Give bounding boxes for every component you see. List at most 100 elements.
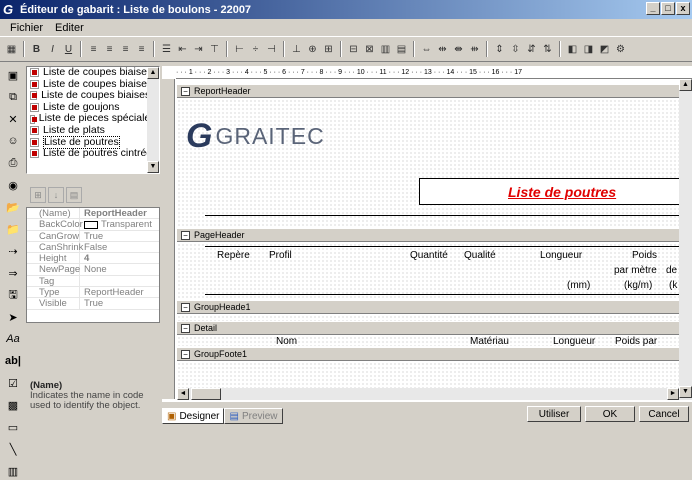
label-icon[interactable]: Aa bbox=[4, 330, 22, 348]
line-icon[interactable]: ╲ bbox=[4, 440, 22, 458]
scroll-up-icon[interactable]: ▲ bbox=[147, 67, 159, 79]
vspace-inc-icon[interactable]: ⇳ bbox=[508, 42, 523, 57]
copy-icon[interactable]: ⧉ bbox=[4, 88, 22, 106]
scroll-up-icon[interactable]: ▲ bbox=[679, 79, 692, 91]
align-bottom-icon[interactable]: ⊥ bbox=[289, 42, 304, 57]
col-paren[interactable]: (k bbox=[669, 280, 677, 291]
col-de[interactable]: de bbox=[666, 265, 677, 276]
justify-icon[interactable]: ≡ bbox=[134, 42, 149, 57]
col-quantite[interactable]: Quantité bbox=[410, 250, 448, 261]
ok-button[interactable]: OK bbox=[585, 406, 635, 422]
report-title-box[interactable]: Liste de poutres bbox=[419, 178, 692, 205]
col-kgm[interactable]: (kg/m) bbox=[624, 280, 652, 291]
template-list[interactable]: Liste de coupes biaises Liste de coupes … bbox=[26, 66, 160, 174]
collapse-icon[interactable]: − bbox=[181, 230, 190, 240]
checkbox-icon[interactable]: ☑ bbox=[4, 374, 22, 392]
hspace-equal-icon[interactable]: ⇔ bbox=[419, 42, 434, 57]
property-row[interactable]: BackColor Transparent bbox=[27, 219, 159, 231]
vspace-equal-icon[interactable]: ⇕ bbox=[492, 42, 507, 57]
tab-designer[interactable]: ▣ Designer bbox=[162, 408, 225, 424]
align-top-icon[interactable]: ⊤ bbox=[207, 42, 222, 57]
folder-icon[interactable]: 📁 bbox=[4, 220, 22, 238]
list-scrollbar[interactable]: ▲ ▼ bbox=[147, 67, 159, 173]
send-back-icon[interactable]: ◨ bbox=[581, 42, 596, 57]
pointer-icon[interactable]: ▣ bbox=[4, 66, 22, 84]
property-row[interactable]: NewPage None bbox=[27, 264, 159, 276]
same-size-icon[interactable]: ⊠ bbox=[362, 42, 377, 57]
utiliser-button[interactable]: Utiliser bbox=[527, 406, 581, 422]
band-page-header[interactable]: − PageHeader bbox=[177, 228, 679, 242]
scroll-right-icon[interactable]: ► bbox=[667, 388, 679, 400]
underline-icon[interactable]: U bbox=[61, 42, 76, 57]
export-icon[interactable]: ⇒ bbox=[4, 264, 22, 282]
scroll-down-icon[interactable]: ▼ bbox=[147, 161, 159, 173]
user-icon[interactable]: ☺ bbox=[4, 132, 22, 150]
center-icon[interactable]: ⊕ bbox=[305, 42, 320, 57]
align-center-icon[interactable]: ≡ bbox=[102, 42, 117, 57]
italic-icon[interactable]: I bbox=[45, 42, 60, 57]
band-group-footer[interactable]: − GroupFoote1 bbox=[177, 347, 679, 361]
collapse-icon[interactable]: − bbox=[181, 349, 190, 359]
col-par-metre[interactable]: par mètre bbox=[614, 265, 657, 276]
outdent-icon[interactable]: ⇤ bbox=[175, 42, 190, 57]
shape-icon[interactable]: ▭ bbox=[4, 418, 22, 436]
spacing-icon[interactable]: ▤ bbox=[394, 42, 409, 57]
list-item[interactable]: Liste de coupes biaises bbox=[27, 67, 159, 79]
more-icon[interactable]: ⚙ bbox=[613, 42, 628, 57]
detail-nom[interactable]: Nom bbox=[276, 336, 297, 347]
bold-icon[interactable]: B bbox=[29, 42, 44, 57]
barcode-icon[interactable]: ▥ bbox=[4, 462, 22, 480]
detail-poids-par[interactable]: Poids par bbox=[615, 336, 657, 347]
collapse-icon[interactable]: − bbox=[181, 323, 190, 333]
menu-fichier[interactable]: Fichier bbox=[4, 22, 49, 34]
bring-front-icon[interactable]: ◧ bbox=[565, 42, 580, 57]
indent-icon[interactable]: ⇥ bbox=[191, 42, 206, 57]
align-edges-left-icon[interactable]: ⊢ bbox=[232, 42, 247, 57]
vspace-dec-icon[interactable]: ⇵ bbox=[524, 42, 539, 57]
band-detail[interactable]: − Detail bbox=[177, 321, 679, 335]
same-height-icon[interactable]: ⊟ bbox=[346, 42, 361, 57]
detail-area[interactable] bbox=[177, 336, 679, 346]
vspace-remove-icon[interactable]: ⇅ bbox=[540, 42, 555, 57]
textbox-icon[interactable]: ab| bbox=[4, 352, 22, 370]
band-group-header[interactable]: − GroupHeade1 bbox=[177, 300, 679, 314]
collapse-icon[interactable]: − bbox=[181, 302, 190, 312]
detail-materiau[interactable]: Matériau bbox=[470, 336, 509, 347]
col-poids[interactable]: Poids bbox=[632, 250, 657, 261]
cancel-button[interactable]: Cancel bbox=[639, 406, 689, 422]
print-icon[interactable]: ⎙ bbox=[4, 154, 22, 172]
align-middle-icon[interactable]: ÷ bbox=[248, 42, 263, 57]
collapse-icon[interactable]: − bbox=[181, 86, 190, 96]
minimize-button[interactable]: _ bbox=[646, 2, 660, 15]
menu-editer[interactable]: Editer bbox=[49, 22, 90, 34]
close-button[interactable]: x bbox=[676, 2, 690, 15]
col-mm[interactable]: (mm) bbox=[567, 280, 590, 291]
delete-icon[interactable]: ✕ bbox=[4, 110, 22, 128]
property-row[interactable]: Type ReportHeader bbox=[27, 287, 159, 299]
property-row[interactable]: (Name) ReportHeader bbox=[27, 208, 159, 220]
property-pages-icon[interactable]: ▤ bbox=[66, 187, 82, 203]
tab-preview[interactable]: ▤ Preview bbox=[224, 408, 283, 424]
group-footer-area[interactable] bbox=[177, 362, 679, 388]
scroll-down-icon[interactable]: ▼ bbox=[679, 386, 692, 398]
align-right-icon[interactable]: ≡ bbox=[118, 42, 133, 57]
picture-icon[interactable]: ▩ bbox=[4, 396, 22, 414]
bullets-icon[interactable]: ☰ bbox=[159, 42, 174, 57]
align-left-icon[interactable]: ≡ bbox=[86, 42, 101, 57]
hspace-inc-icon[interactable]: ⇹ bbox=[435, 42, 450, 57]
connect-icon[interactable]: ⇢ bbox=[4, 242, 22, 260]
alphabetical-icon[interactable]: ↓ bbox=[48, 187, 64, 203]
col-repere[interactable]: Repère bbox=[217, 250, 250, 261]
folder-open-icon[interactable]: 📂 bbox=[4, 198, 22, 216]
hspace-remove-icon[interactable]: ⇻ bbox=[467, 42, 482, 57]
grid-icon[interactable]: ▦ bbox=[4, 42, 19, 57]
arrow-icon[interactable]: ➤ bbox=[4, 308, 22, 326]
lock-icon[interactable]: ◩ bbox=[597, 42, 612, 57]
vertical-scrollbar[interactable]: ▲ ▼ bbox=[679, 79, 692, 400]
col-profil[interactable]: Profil bbox=[269, 250, 292, 261]
maximize-button[interactable]: □ bbox=[661, 2, 675, 15]
scroll-left-icon[interactable]: ◄ bbox=[177, 388, 189, 400]
property-row[interactable]: Tag bbox=[27, 275, 159, 288]
list-item[interactable]: Liste de poutres cintrée bbox=[27, 148, 159, 160]
detail-longueur[interactable]: Longueur bbox=[553, 336, 595, 347]
